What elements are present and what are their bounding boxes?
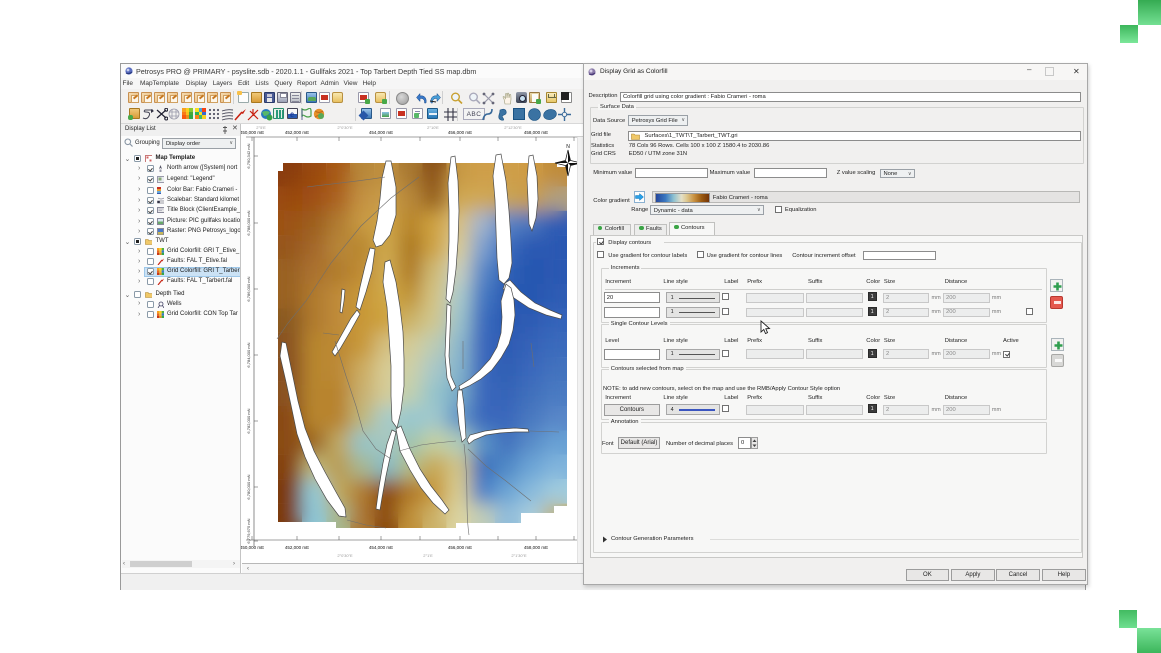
svg-text:2°12'30"E: 2°12'30"E [504, 125, 522, 130]
svg-text:6,790,342 mN: 6,790,342 mN [246, 143, 251, 168]
svg-text:2°5'E: 2°5'E [256, 125, 266, 130]
svg-text:456,000 mE: 456,000 mE [448, 545, 472, 550]
svg-text:2°1'30"E: 2°1'30"E [511, 553, 527, 558]
svg-text:458,000 mE: 458,000 mE [524, 130, 548, 135]
svg-text:2°1'E: 2°1'E [423, 553, 433, 558]
svg-text:N: N [566, 144, 570, 150]
svg-text:450,000 mE: 450,000 mE [241, 130, 264, 135]
svg-text:450,000 mE: 450,000 mE [241, 545, 264, 550]
svg-text:456,000 mE: 456,000 mE [448, 130, 472, 135]
svg-text:2°10'E: 2°10'E [427, 125, 439, 130]
svg-text:454,000 mE: 454,000 mE [369, 130, 393, 135]
svg-text:2°0'30"E: 2°0'30"E [337, 125, 353, 130]
svg-text:6,780,000 mN: 6,780,000 mN [246, 474, 251, 499]
svg-text:6,782,000 mN: 6,782,000 mN [246, 408, 251, 433]
svg-text:6,788,000 mN: 6,788,000 mN [246, 210, 251, 235]
svg-text:458,000 mE: 458,000 mE [524, 545, 548, 550]
svg-text:2°0'30"E: 2°0'30"E [337, 553, 353, 558]
svg-text:452,000 mE: 452,000 mE [285, 130, 309, 135]
svg-text:452,000 mE: 452,000 mE [285, 545, 309, 550]
svg-text:6,784,000 mN: 6,784,000 mN [246, 342, 251, 367]
svg-text:454,000 mE: 454,000 mE [369, 545, 393, 550]
svg-text:6,786,000 mN: 6,786,000 mN [246, 276, 251, 301]
